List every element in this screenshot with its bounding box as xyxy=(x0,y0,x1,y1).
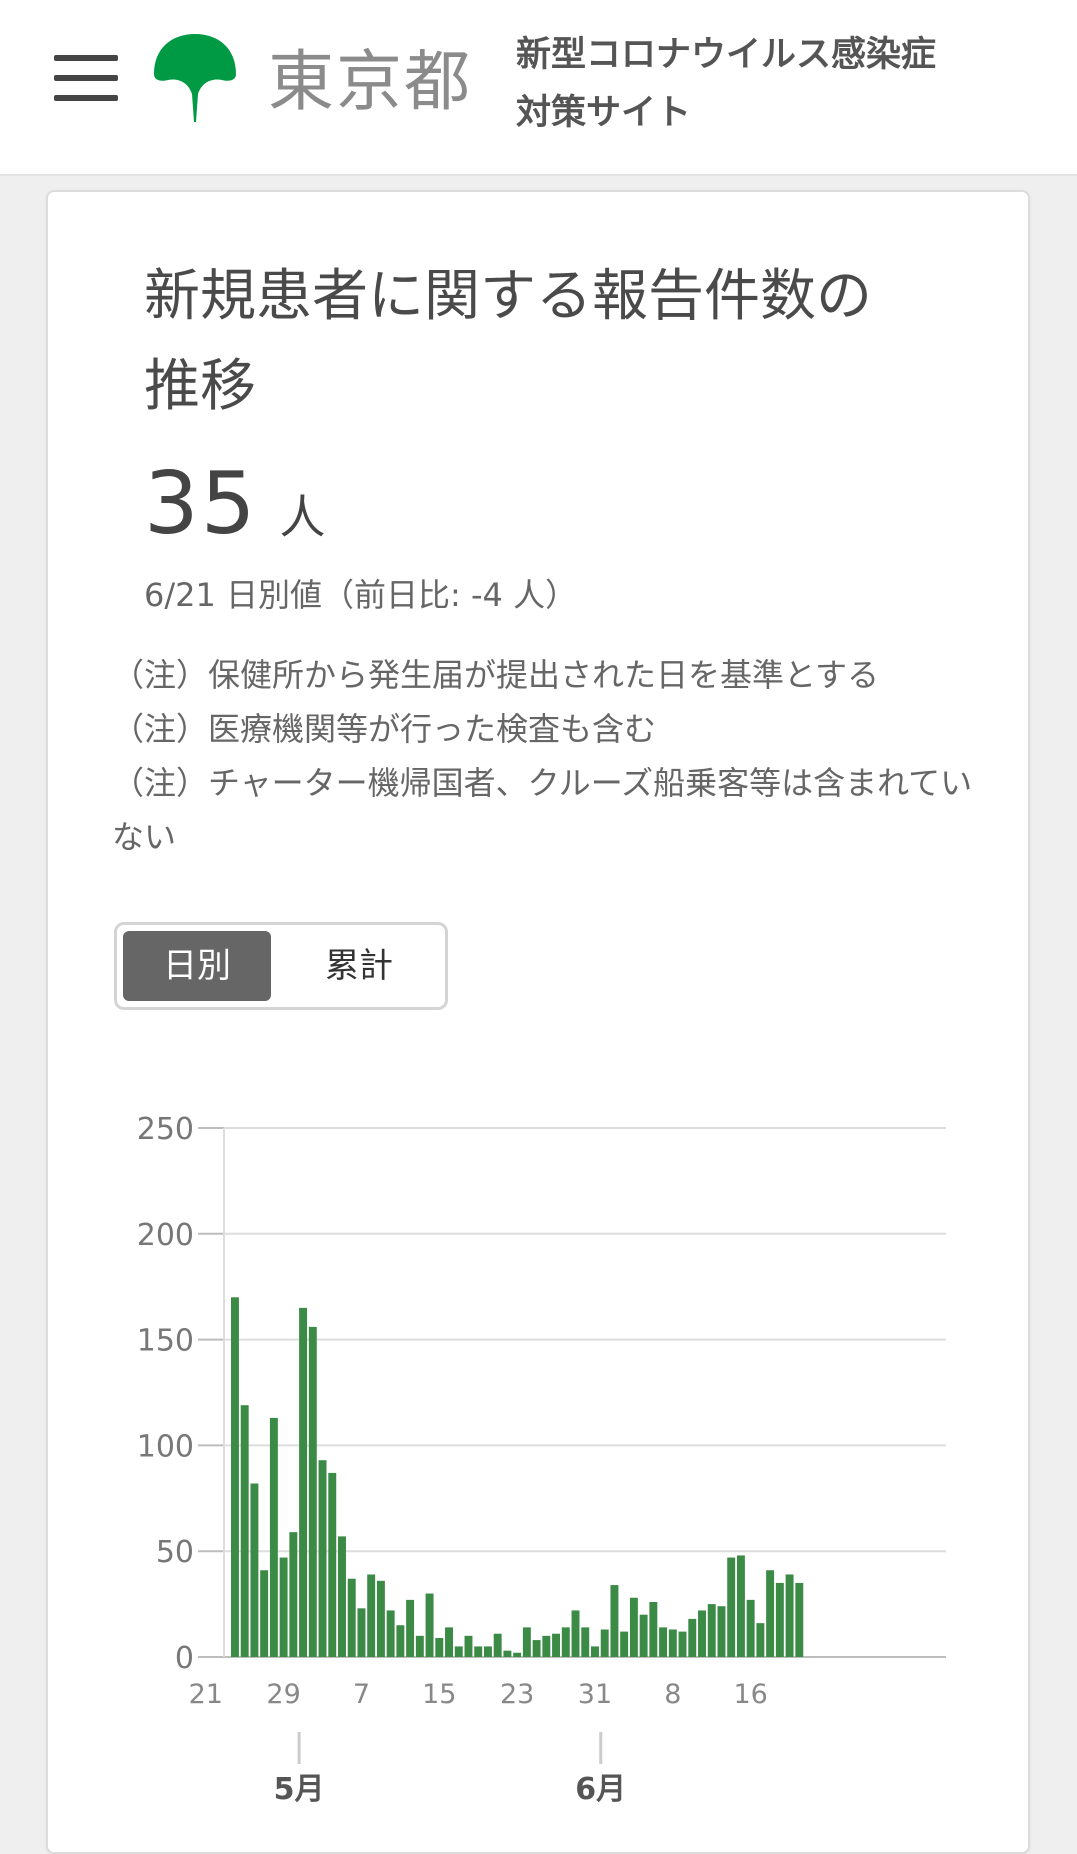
x-tick-label: 23 xyxy=(500,1679,534,1710)
bar xyxy=(639,1614,648,1657)
bar xyxy=(347,1578,356,1657)
bar xyxy=(357,1608,366,1657)
bar xyxy=(318,1460,327,1657)
bar xyxy=(445,1627,453,1657)
bar xyxy=(406,1599,415,1657)
site-title-line1: 新型コロナウイルス感染症 xyxy=(516,35,937,75)
x-tick-label: 31 xyxy=(578,1679,612,1710)
bar xyxy=(649,1601,658,1657)
x-tick-label: 16 xyxy=(733,1679,767,1710)
bar xyxy=(522,1627,531,1657)
bar xyxy=(678,1631,687,1657)
tokyo-logo-text[interactable]: 東京都 xyxy=(268,28,472,124)
y-tick-label: 50 xyxy=(156,1535,194,1570)
bar xyxy=(367,1574,376,1657)
bar xyxy=(571,1610,580,1657)
bar xyxy=(269,1417,278,1657)
bar xyxy=(552,1633,561,1657)
bar xyxy=(659,1627,668,1657)
bar xyxy=(308,1326,317,1657)
bar xyxy=(775,1582,784,1657)
bar xyxy=(396,1625,405,1657)
bar xyxy=(240,1405,249,1657)
bar xyxy=(483,1646,492,1657)
tokyo-ginkgo-logo-icon[interactable] xyxy=(150,32,240,124)
bar xyxy=(435,1637,444,1657)
bar xyxy=(328,1472,337,1657)
bar xyxy=(415,1635,424,1657)
x-tick-label: 21 xyxy=(189,1679,223,1710)
bar xyxy=(717,1606,726,1657)
y-tick-label: 100 xyxy=(137,1429,194,1464)
bar xyxy=(688,1618,697,1657)
bar xyxy=(493,1633,502,1657)
bar xyxy=(250,1483,259,1657)
y-tick-label: 150 xyxy=(137,1324,194,1359)
bar xyxy=(513,1652,522,1657)
bar xyxy=(591,1646,599,1657)
bar xyxy=(532,1640,541,1657)
bar xyxy=(727,1557,736,1657)
bar xyxy=(707,1604,716,1657)
bar xyxy=(279,1557,288,1657)
bar xyxy=(746,1599,755,1657)
bar xyxy=(289,1532,298,1657)
menu-icon[interactable] xyxy=(54,55,118,103)
new-cases-bar-chart: 0 50 100 150 200 250 21 29 7 15 23 31 8 16 5月 6月 xyxy=(137,1112,946,1807)
month-label: 5月 xyxy=(274,1772,325,1807)
x-tick-label: 15 xyxy=(422,1679,456,1710)
y-tick-label: 250 xyxy=(137,1112,194,1147)
bar xyxy=(299,1307,308,1657)
bar xyxy=(610,1585,619,1657)
site-title[interactable]: 新型コロナウイルス感染症 対策サイト xyxy=(516,26,976,142)
x-tick-label: 29 xyxy=(266,1679,300,1710)
site-title-line2: 対策サイト xyxy=(516,93,692,133)
site-header: 東京都 新型コロナウイルス感染症 対策サイト xyxy=(0,0,1077,176)
y-tick-label: 0 xyxy=(175,1641,194,1676)
bar xyxy=(386,1610,395,1657)
bar xyxy=(620,1631,629,1657)
bar xyxy=(785,1574,794,1657)
bar xyxy=(542,1635,551,1657)
bar xyxy=(600,1629,609,1657)
bar xyxy=(260,1570,269,1657)
bar xyxy=(454,1646,463,1657)
bar xyxy=(766,1570,775,1657)
bar xyxy=(474,1646,483,1657)
month-label: 6月 xyxy=(575,1772,626,1807)
bar xyxy=(668,1629,677,1657)
bar xyxy=(338,1536,346,1657)
x-tick-label: 8 xyxy=(664,1679,681,1710)
y-tick-label: 200 xyxy=(137,1218,194,1253)
bar xyxy=(376,1580,385,1657)
bar xyxy=(698,1610,706,1657)
bar xyxy=(736,1555,745,1657)
bar xyxy=(503,1650,512,1657)
x-tick-label: 7 xyxy=(353,1679,370,1710)
bar xyxy=(795,1582,804,1657)
bar xyxy=(425,1593,434,1657)
bar xyxy=(231,1297,239,1657)
bar xyxy=(464,1635,473,1657)
bar xyxy=(756,1623,765,1657)
bar xyxy=(561,1627,570,1657)
bar xyxy=(629,1597,638,1657)
new-cases-card: 新規患者に関する報告件数の 推移 35 人 6/21 日別値（前日比: -4 人）… xyxy=(46,190,1030,1854)
bar xyxy=(581,1627,590,1657)
